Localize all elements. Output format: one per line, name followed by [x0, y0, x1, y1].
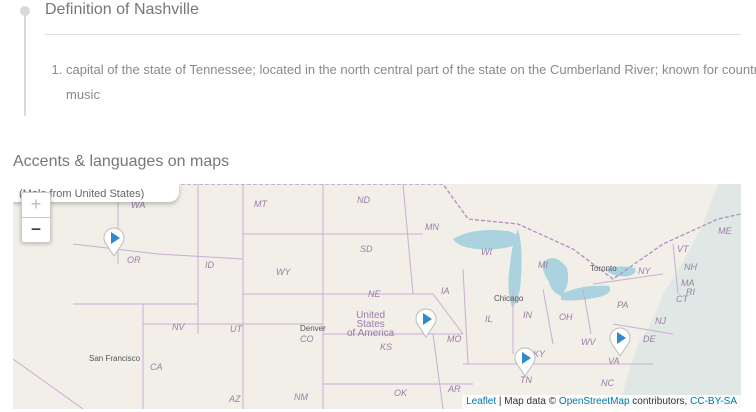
definition-list: capital of the state of Tennessee; locat…: [44, 57, 756, 107]
state-label: OK: [394, 388, 408, 398]
state-label: ID: [205, 260, 214, 270]
leaflet-link[interactable]: Leaflet: [466, 396, 496, 407]
zoom-control: + −: [21, 192, 51, 243]
state-label: MT: [254, 199, 267, 209]
city-label: Denver: [300, 324, 326, 333]
state-label: NE: [368, 289, 381, 299]
osm-link[interactable]: OpenStreetMap: [559, 396, 630, 407]
map-attribution: Leaflet | Map data © OpenStreetMap contr…: [462, 395, 741, 409]
map-marker[interactable]: [415, 308, 437, 338]
state-label: UT: [230, 324, 242, 334]
map-marker[interactable]: [609, 327, 631, 357]
state-label: NJ: [655, 316, 666, 326]
state-label: NM: [294, 392, 308, 402]
state-label: IL: [485, 314, 493, 324]
state-label: AZ: [229, 394, 241, 404]
state-label: VT: [677, 244, 689, 254]
country-label-line: of America: [347, 328, 395, 339]
state-label: NH: [684, 262, 697, 272]
section-title: Accents & languages on maps: [13, 153, 230, 170]
attribution-text: | Map data ©: [496, 396, 559, 407]
state-label: MO: [447, 334, 462, 344]
state-label: CT: [676, 294, 688, 304]
state-label: OH: [559, 312, 573, 322]
state-label: NY: [638, 266, 651, 276]
state-label: MI: [538, 260, 548, 270]
country-label: United States of America: [347, 311, 395, 339]
state-label: WY: [276, 267, 291, 277]
state-label: PA: [617, 300, 629, 310]
city-label: Chicago: [494, 294, 524, 303]
definition-block: Definition of Nashville capital of the s…: [0, 0, 756, 130]
divider: [45, 34, 741, 35]
accent-map[interactable]: WA MT ND MN ME VT OR ID WY SD WI MI NY N…: [13, 184, 741, 409]
timeline-line: [24, 10, 26, 116]
state-label: WV: [581, 337, 596, 347]
state-label: CA: [150, 362, 163, 372]
city-label: San Francisco: [89, 354, 141, 363]
state-label: VA: [608, 356, 620, 366]
attribution-text: contributors,: [629, 396, 691, 407]
state-label: WI: [481, 247, 492, 257]
timeline-dot: [20, 6, 30, 16]
definition-title: Definition of Nashville: [45, 1, 199, 18]
state-label: MN: [425, 222, 439, 232]
state-label: IA: [441, 286, 450, 296]
state-label: DE: [643, 334, 656, 344]
city-label: Toronto: [590, 264, 617, 273]
zoom-out-button[interactable]: −: [22, 218, 50, 242]
state-label: NC: [601, 378, 614, 388]
state-label: NV: [172, 322, 185, 332]
map-marker[interactable]: [103, 227, 125, 257]
state-label: ME: [718, 226, 732, 236]
state-label: ND: [357, 195, 370, 205]
state-label: OR: [127, 255, 141, 265]
definition-item: capital of the state of Tennessee; locat…: [66, 57, 756, 107]
map-marker[interactable]: [514, 347, 536, 377]
state-label: SD: [360, 244, 373, 254]
license-link[interactable]: CC-BY-SA: [690, 396, 737, 407]
zoom-in-button[interactable]: +: [22, 193, 50, 218]
state-label: IN: [523, 310, 532, 320]
state-label: CO: [300, 334, 314, 344]
state-label: KS: [380, 342, 393, 352]
state-label: AR: [448, 384, 461, 394]
